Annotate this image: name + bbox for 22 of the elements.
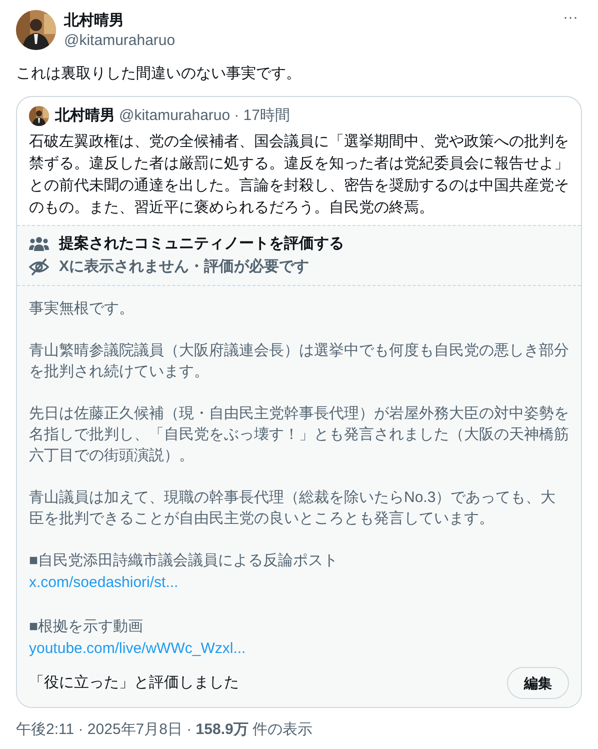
quoted-post-time: · 17時間	[234, 106, 290, 126]
people-icon	[29, 236, 49, 252]
note-paragraph: ■自民党添田詩織市議会議員による反論ポスト	[29, 551, 340, 571]
rating-status: 「役に立った」と評価しました	[29, 673, 239, 693]
more-button[interactable]: ···	[559, 10, 582, 25]
quoted-post-card[interactable]	[16, 96, 582, 708]
author-name[interactable]: 北村晴男	[64, 11, 559, 31]
eye-slash-icon	[29, 258, 49, 276]
post-meta: 午後2:11 · 2025年7月8日 · 158.9万 件の表示	[16, 720, 314, 740]
note-paragraph: 青山繁晴参議院議員（大阪府議連会長）は選挙中でも何度も自民党の悪しき部分を批判され続けています。	[29, 341, 569, 382]
note-header[interactable]: 提案されたコミュニティノートを評価する	[59, 234, 344, 254]
note-paragraph: 事実無根です。	[29, 299, 135, 319]
quoted-author-name: 北村晴男	[55, 106, 115, 126]
quoted-author-handle: @kitamuraharuo	[119, 106, 230, 126]
edit-button[interactable]: 編集	[507, 667, 569, 699]
post-text: これは裏取りした間違いのない事実です。	[16, 64, 302, 84]
note-paragraph: 青山議員は加えて、現職の幹事長代理（総裁を除いたらNo.3）であっても、大臣を批判できることが自由民主党の良いところとも発言しています。	[29, 488, 557, 529]
author-handle[interactable]: @kitamuraharuo	[64, 31, 559, 51]
note-status: Xに表示されません・評価が必要です	[59, 257, 310, 277]
quoted-post-text: 石破左翼政権は、党の全候補者、国会議員に「選挙期間中、党や政策への批判を禁ずる。違反した者は厳罰に処する。違反を知った者は党紀委員会に報告せよ」との前代未聞の通達を出した。言論を封殺し、密告を奨励するのは中国共産党そのもの。また、習近平に褒められるだろう。自民党の終焉。	[29, 132, 569, 218]
note-paragraph: 先日は佐藤正久候補（現・自由民主党幹事長代理）が岩屋外務大臣の対中姿勢を名指しで批判し、「自民党をぶっ壊す！」とも発言されました（大阪の天神橋筋六丁目での街頭演説）。	[29, 404, 569, 466]
note-paragraph: ■根拠を示す動画	[29, 617, 144, 637]
